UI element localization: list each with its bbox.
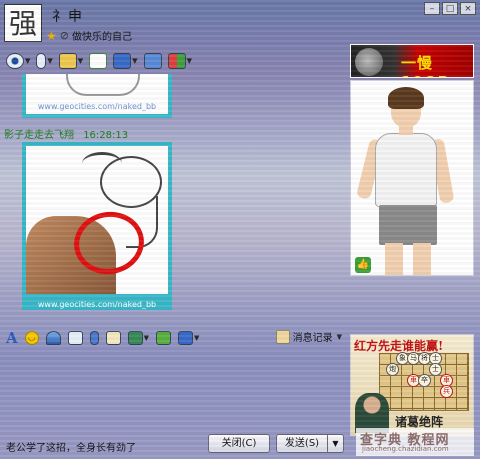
game-ad[interactable]: 红方先走谁能赢! 象 马 将 士 炮 士 車 車 卒 兵 诸葛绝阵: [350, 334, 474, 436]
gallery-icon: [127, 331, 143, 345]
maximize-button[interactable]: □: [442, 2, 458, 15]
monitor-icon: [143, 53, 162, 69]
avatar-show-panel[interactable]: 👍: [350, 80, 474, 276]
image-content: [26, 146, 168, 294]
contact-avatar[interactable]: 强: [4, 4, 42, 42]
screen-share-button[interactable]: ▼: [178, 329, 199, 347]
cartoon-hair: [82, 152, 122, 175]
send-button[interactable]: 发送(S): [276, 434, 328, 453]
contact-status: ★ ⊘ 做快乐的自己: [46, 28, 132, 44]
chevron-down-icon: ▼: [336, 332, 342, 341]
message-history-button[interactable]: 消息记录 ▼: [275, 329, 342, 344]
message-input[interactable]: [0, 352, 346, 432]
message-image[interactable]: www.geocities.com/naked_bb: [22, 74, 172, 118]
chevron-down-icon: ▼: [132, 57, 138, 65]
screenshot-icon: [67, 331, 83, 345]
monitor-button[interactable]: [143, 51, 162, 71]
apps-icon: [167, 53, 186, 69]
ad-banner-text: 一慢10QB: [401, 54, 449, 77]
chat-toolbar: ▼ ▼ ▼ ▼ ▼: [0, 50, 346, 72]
image-caption: www.geocities.com/naked_bb: [37, 300, 157, 309]
voice-button[interactable]: ▼: [36, 51, 53, 71]
send-image-icon: [45, 331, 61, 345]
watermark-url: jiaocheng.chazidian.com: [362, 445, 449, 453]
window-header: 强 礻申 ★ ⊘ 做快乐的自己 – □ ×: [0, 0, 480, 48]
ad-character-image: [355, 48, 383, 76]
chess-piece: 卒: [418, 374, 431, 387]
star-icon: ★: [46, 28, 57, 43]
send-image-button[interactable]: [45, 329, 61, 347]
input-toolbar: A ◡ ▼ ▼ 消息记录 ▼: [0, 326, 346, 350]
add-contact-icon: [89, 53, 108, 69]
scribble-icon: [105, 331, 121, 345]
file-transfer-button[interactable]: ▼: [58, 51, 84, 71]
screenshot-button[interactable]: [67, 329, 83, 347]
avatar-shirt: [375, 133, 437, 207]
close-window-button[interactable]: ×: [460, 2, 476, 15]
emoticon-button[interactable]: ◡: [24, 329, 39, 347]
chess-piece: 士: [429, 363, 442, 376]
ad-banner[interactable]: 一慢10QB: [350, 44, 474, 78]
chess-piece: 炮: [386, 363, 399, 376]
chevron-down-icon: ▼: [143, 334, 150, 342]
message-area[interactable]: www.geocities.com/naked_bb 影子走走去飞翔 16:28…: [0, 74, 346, 324]
chevron-down-icon: ▼: [25, 57, 31, 65]
contact-nickname: 礻申: [52, 9, 84, 25]
minimize-button[interactable]: –: [424, 2, 440, 15]
avatar-hair: [388, 87, 424, 109]
music-button[interactable]: [156, 329, 172, 347]
window-buttons: – □ ×: [424, 2, 476, 15]
warrior-image: [355, 393, 389, 433]
video-icon: [6, 53, 24, 69]
send-options-button[interactable]: ▼: [328, 434, 344, 453]
sketch-drawing: [66, 74, 140, 96]
game-ad-title: 红方先走谁能赢!: [354, 339, 444, 353]
screen-icon: [113, 53, 132, 69]
history-icon: [275, 329, 290, 344]
gallery-button[interactable]: ▼: [127, 329, 150, 347]
bottom-bar: 老公学了这招，全身长有劲了 关闭(C) 发送(S) ▼: [0, 434, 346, 456]
font-icon: A: [6, 329, 18, 347]
avatar-right-leg: [413, 243, 431, 275]
thumbs-up-icon[interactable]: 👍: [355, 257, 371, 273]
scribble-button[interactable]: [105, 329, 121, 347]
chevron-down-icon: ▼: [186, 57, 192, 65]
signal-icon: ⊘: [59, 29, 69, 42]
sender-name: 影子走走去飞翔: [4, 130, 74, 141]
screen-button[interactable]: ▼: [113, 51, 138, 71]
chevron-down-icon: ▼: [77, 57, 84, 65]
video-button[interactable]: ▼: [6, 51, 30, 71]
microphone-icon: [36, 53, 47, 69]
tip-link[interactable]: 老公学了这招，全身长有劲了: [6, 439, 136, 454]
history-label: 消息记录: [292, 333, 333, 344]
image-caption: www.geocities.com/naked_bb: [37, 102, 157, 111]
smiley-icon: ◡: [24, 331, 39, 345]
folder-icon: [58, 53, 77, 69]
message-time: 16:28:13: [83, 130, 129, 141]
status-text: 做快乐的自己: [71, 32, 132, 43]
message-header: 影子走走去飞翔 16:28:13: [4, 126, 128, 141]
font-button[interactable]: A: [6, 329, 18, 347]
chevron-down-icon: ▼: [194, 334, 200, 342]
apps-button[interactable]: ▼: [167, 51, 192, 71]
music-icon: [156, 331, 172, 345]
chat-window: 强 礻申 ★ ⊘ 做快乐的自己 – □ × ▼ ▼ ▼ ▼ ▼ www.geoc…: [0, 0, 480, 459]
avatar-left-leg: [385, 243, 403, 275]
chevron-down-icon: ▼: [47, 57, 53, 65]
voice-icon: [89, 331, 99, 345]
watermark: 查字典 教程网 jiaocheng.chazidian.com: [356, 428, 474, 456]
avatar-shorts: [379, 205, 437, 245]
screen-share-icon: [178, 331, 194, 345]
chess-piece: 兵: [440, 385, 453, 398]
add-contact-button[interactable]: [89, 51, 108, 71]
chevron-down-icon: ▼: [332, 439, 339, 448]
close-button[interactable]: 关闭(C): [208, 434, 270, 453]
message-image[interactable]: www.geocities.com/naked_bb: [22, 142, 172, 310]
voice-message-button[interactable]: [89, 329, 99, 347]
chess-board: 象 马 将 士 炮 士 車 車 卒 兵: [379, 352, 469, 411]
